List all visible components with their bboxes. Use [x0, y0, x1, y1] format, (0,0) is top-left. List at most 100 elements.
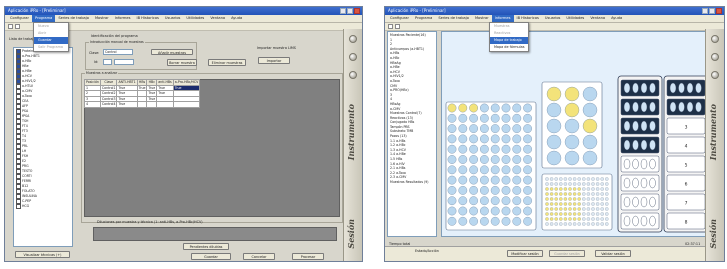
save-button[interactable]: Guardar [191, 253, 231, 260]
worktable-area[interactable]: 3 4 5 6 7 8 [441, 31, 707, 237]
remove-samples-button[interactable]: Eliminar muestras [208, 59, 246, 66]
tree-item-label: HBe [22, 64, 29, 69]
id-counter-input[interactable] [114, 59, 134, 65]
table-header-cell[interactable]: anti-HBs [156, 79, 174, 86]
worklist-label: Lista de trabajo [9, 37, 36, 41]
table-cell[interactable]: Control4 [99, 101, 118, 108]
menu-item[interactable]: Ayuda [228, 15, 245, 22]
tree-item-label: B12 [22, 184, 29, 189]
menu-item[interactable]: Mostrar [472, 15, 492, 22]
right-window-title: Aplicación iPRo - [Preliminar] [388, 8, 446, 13]
table-cell[interactable]: True [116, 101, 138, 108]
minimize-button[interactable] [340, 8, 346, 14]
open-folder-icon[interactable] [395, 24, 400, 29]
reagent-tube [564, 134, 580, 150]
worklist-tree[interactable]: Proteínas a-Pro-HBT1 a-HBc HBe a-HBe a-HCV a-H… [13, 47, 73, 247]
table-header-cell[interactable]: ANTI-HBT1 [116, 79, 138, 86]
table-cell[interactable] [172, 101, 201, 108]
samples-table[interactable]: Posición Clase ANTI-HBT1 HBs HBc anti-HBs a-Pr… [84, 79, 201, 108]
new-doc-icon[interactable] [388, 24, 393, 29]
menu-item[interactable]: IB Historicos [514, 15, 542, 22]
menu-item[interactable]: Utilidades [183, 15, 207, 22]
maximize-button[interactable] [709, 8, 715, 14]
process-button[interactable]: Procesar [292, 253, 324, 260]
table-cell[interactable] [146, 101, 158, 108]
open-folder-icon[interactable] [15, 24, 20, 29]
dial-icon[interactable] [349, 71, 357, 79]
dropdown-menu-item[interactable]: Nuevo [34, 23, 68, 30]
table-cell[interactable] [156, 101, 174, 108]
dropdown-menu-item[interactable]: Muestras [490, 23, 528, 30]
dropdown-menu-item[interactable]: Salir Programa [34, 44, 68, 51]
menu-item[interactable]: Series de trabajo [55, 15, 92, 22]
dial-icon[interactable] [711, 71, 719, 79]
tree-item-label: Muestras Paciente(16) [390, 33, 426, 37]
menu-item[interactable]: Configurar [7, 15, 32, 22]
dropdown-menu-item[interactable]: Reactivos [490, 30, 528, 37]
deepwell [577, 187, 581, 191]
import-button[interactable]: Importar [258, 57, 290, 64]
tree-item-label: a-PRO(HBc) [390, 88, 409, 93]
tree-checkbox[interactable] [16, 204, 21, 209]
cancel-button[interactable]: Cancelar [243, 253, 275, 260]
worktable-graphic[interactable]: 3 4 5 6 7 8 [442, 32, 706, 236]
instrument-status-icon[interactable] [711, 35, 719, 43]
settings-gear-icon[interactable] [711, 53, 719, 61]
menu-item[interactable]: Configurar [387, 15, 412, 22]
menu-item[interactable]: Informes [112, 15, 134, 22]
instrument-status-icon[interactable] [349, 35, 357, 43]
dropdown-menu-item[interactable]: Guardar [34, 37, 68, 44]
tree-item-label: PSA [22, 109, 29, 114]
table-cell[interactable]: Control1 [99, 84, 118, 92]
table-cell[interactable]: 4 [84, 101, 101, 108]
dilutions-area[interactable] [93, 227, 337, 241]
close-button[interactable] [716, 8, 722, 14]
table-cell[interactable] [136, 101, 148, 108]
menu-item[interactable]: Usuarios [162, 15, 184, 22]
tree-item[interactable]: HCG [16, 204, 70, 209]
table-header-cell[interactable]: Posición [84, 79, 101, 86]
show-techniques-button[interactable]: Visualizar técnicas (+) [15, 251, 70, 258]
new-doc-icon[interactable] [8, 24, 13, 29]
add-samples-button[interactable]: Añadir muestras [151, 49, 193, 55]
table-cell[interactable]: Control2 [99, 90, 118, 97]
menu-item[interactable]: IB Historicos [134, 15, 162, 22]
menu-item[interactable]: Usuarios [542, 15, 564, 22]
reagent-tube [564, 118, 580, 134]
menu-item[interactable]: Programa [412, 15, 435, 22]
settings-gear-icon[interactable] [349, 53, 357, 61]
menu-item[interactable]: Mostrar [92, 15, 112, 22]
tree-item[interactable]: Muestras Resultados (9) [390, 180, 434, 185]
rack-tube [632, 215, 639, 227]
validate-session-button[interactable]: Validar sesión [595, 250, 631, 257]
deepwell [549, 222, 554, 226]
dropdown-menu-item[interactable]: Abrir [34, 30, 68, 37]
minimize-button[interactable] [702, 8, 708, 14]
menu-item[interactable]: Informes [491, 15, 514, 22]
table-header-cell[interactable]: a-Pro-HBc/HCV [172, 79, 201, 86]
menu-item[interactable]: Ventana [587, 15, 608, 22]
pending-dilutions-button[interactable]: Pendientes diluídas [183, 243, 229, 250]
delete-sample-button[interactable]: Borrar muestra [167, 59, 197, 66]
maximize-button[interactable] [347, 8, 353, 14]
menu-item[interactable]: Ventana [207, 15, 228, 22]
menu-item[interactable]: Ayuda [608, 15, 625, 22]
deepwell [563, 187, 568, 191]
save-session-button[interactable]: Guardar sesión [549, 250, 585, 257]
close-button[interactable] [354, 8, 360, 14]
dropdown-menu-item[interactable]: Mapa de trabajo [490, 37, 528, 44]
class-select[interactable]: Control [103, 49, 133, 55]
table-row[interactable]: 4 Control4 True [84, 101, 201, 108]
dropdown-menu-item[interactable]: Mapa de fórmulas [490, 44, 528, 51]
reagent-tube [546, 118, 562, 134]
id-input[interactable] [103, 59, 112, 65]
menu-item[interactable]: Utilidades [563, 15, 587, 22]
menu-item[interactable]: Series de trabajo [435, 15, 472, 22]
rack-tube [623, 158, 631, 170]
deepwell [545, 192, 549, 196]
table-cell[interactable]: Control3 [99, 95, 118, 103]
modify-session-button[interactable]: Modificar sesión [507, 250, 543, 257]
menu-item[interactable]: Programa [31, 15, 56, 22]
rack-tube [632, 82, 639, 94]
session-tree[interactable]: Muestras Paciente(16) 1 2 Anticuerpos (a-HB… [387, 31, 437, 237]
